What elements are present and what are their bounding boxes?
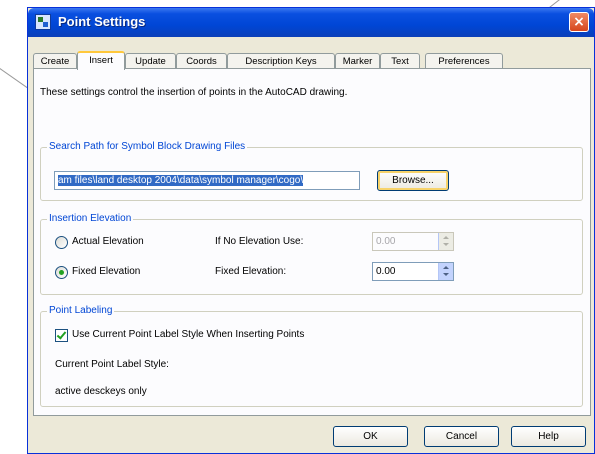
title-bar[interactable]: Point Settings ×: [28, 8, 594, 37]
insert-tab-panel: These settings control the insertion of …: [33, 68, 591, 416]
use-current-style-label: Use Current Point Label Style When Inser…: [72, 329, 305, 340]
tab-label: Insert: [89, 55, 113, 66]
tab-preferences[interactable]: Preferences: [425, 53, 503, 68]
tab-label: Update: [135, 56, 166, 67]
search-path-group-title: Search Path for Symbol Block Drawing Fil…: [47, 141, 248, 152]
tab-label: Marker: [342, 56, 373, 67]
search-path-group: Search Path for Symbol Block Drawing Fil…: [40, 141, 583, 201]
tab-label: Create: [40, 56, 70, 67]
actual-elevation-radio[interactable]: [55, 236, 68, 249]
no-elevation-spinner-icon[interactable]: [438, 233, 453, 250]
browse-button[interactable]: Browse...: [377, 170, 449, 191]
tab-create[interactable]: Create: [33, 53, 77, 68]
tab-text[interactable]: Text: [380, 53, 420, 68]
cancel-button[interactable]: Cancel: [424, 426, 499, 447]
fixed-elevation-radio[interactable]: [55, 266, 68, 279]
insertion-elevation-group-title: Insertion Elevation: [47, 213, 134, 224]
current-style-value: active desckeys only: [55, 386, 147, 397]
insertion-elevation-group: Insertion Elevation Actual Elevation If …: [40, 213, 583, 295]
no-elevation-use-input[interactable]: 0.00: [372, 232, 454, 251]
window-title: Point Settings: [58, 14, 146, 29]
tab-coords[interactable]: Coords: [176, 53, 227, 68]
fixed-elevation-radio-label: Fixed Elevation: [72, 266, 141, 277]
fixed-elevation-field-label: Fixed Elevation:: [215, 266, 287, 277]
point-labeling-group: Point Labeling Use Current Point Label S…: [40, 305, 583, 407]
tab-label: Text: [391, 56, 409, 67]
close-button[interactable]: ×: [569, 12, 589, 32]
ok-button[interactable]: OK: [333, 426, 408, 447]
point-labeling-group-title: Point Labeling: [47, 305, 115, 316]
tab-update[interactable]: Update: [125, 53, 176, 68]
close-icon: ×: [573, 14, 585, 30]
tab-strip: Create Insert Update Coords Description …: [33, 51, 593, 70]
fixed-elevation-input[interactable]: 0.00: [372, 262, 454, 281]
insert-description: These settings control the insertion of …: [40, 87, 348, 98]
tab-label: Coords: [186, 56, 217, 67]
no-elevation-use-value: 0.00: [376, 236, 396, 247]
tab-marker[interactable]: Marker: [335, 53, 380, 68]
search-path-value: am files\land desktop 2004\data\symbol m…: [58, 175, 304, 186]
point-settings-dialog: Point Settings × Create Insert Update Co…: [28, 8, 594, 453]
actual-elevation-label: Actual Elevation: [72, 236, 144, 247]
fixed-elevation-spinner-icon[interactable]: [438, 263, 453, 280]
no-elevation-use-label: If No Elevation Use:: [215, 236, 304, 247]
use-current-style-checkbox[interactable]: [55, 329, 68, 342]
current-style-label: Current Point Label Style:: [55, 359, 169, 370]
tab-description-keys[interactable]: Description Keys: [227, 53, 335, 68]
tab-label: Preferences: [438, 56, 490, 67]
tab-label: Description Keys: [245, 56, 317, 67]
point-settings-app-icon[interactable]: [35, 14, 51, 30]
tab-insert[interactable]: Insert: [77, 51, 125, 70]
fixed-elevation-value: 0.00: [376, 266, 396, 277]
help-button[interactable]: Help: [511, 426, 586, 447]
search-path-input[interactable]: am files\land desktop 2004\data\symbol m…: [54, 171, 360, 190]
